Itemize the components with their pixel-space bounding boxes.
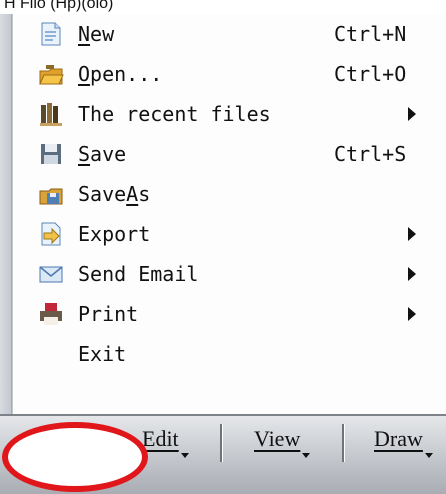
export-icon: [38, 221, 64, 247]
submenu-arrow-icon: [408, 107, 416, 121]
menu-item-label-rest: ew: [90, 22, 115, 46]
dropdown-caret-icon: [302, 453, 311, 458]
menu-item-label: Save: [78, 182, 127, 206]
menu-item-exit[interactable]: Exit: [14, 334, 446, 374]
tab-edit[interactable]: Edit: [142, 426, 189, 458]
envelope-icon: [38, 261, 64, 287]
menu-item-new[interactable]: New Ctrl+N: [14, 14, 446, 54]
books-icon: [38, 101, 64, 127]
menu-item-label: Exit: [78, 342, 127, 366]
menu-item-accelerator: N: [78, 22, 91, 46]
tab-view-label: View: [254, 426, 301, 451]
menu-item-shortcut: Ctrl+N: [334, 22, 407, 46]
tab-view[interactable]: View: [254, 426, 311, 458]
menu-item-shortcut: Ctrl+S: [334, 142, 407, 166]
menu-item-label: Export: [78, 222, 151, 246]
menu-item-save[interactable]: Save Ctrl+S: [14, 134, 446, 174]
menu-item-label-rest: pen...: [90, 62, 163, 86]
tab-draw-label: Draw: [374, 426, 423, 451]
highlight-ellipse: [2, 422, 148, 492]
menu-item-save-as[interactable]: SaveAs: [14, 174, 446, 214]
menu-item-accelerator: O: [78, 62, 91, 86]
menu-item-export[interactable]: Export: [14, 214, 446, 254]
save-as-icon: [38, 181, 64, 207]
menu-item-accelerator: S: [78, 142, 91, 166]
dropdown-caret-icon: [180, 453, 189, 458]
menu-item-accelerator: A: [126, 182, 139, 206]
menu-item-send-email[interactable]: Send Email: [14, 254, 446, 294]
window-title-fragment: Ĥ Filo (Hp)(oio): [4, 0, 114, 12]
tab-edit-label: Edit: [142, 426, 179, 451]
menu-item-shortcut: Ctrl+O: [334, 62, 407, 86]
submenu-arrow-icon: [408, 307, 416, 321]
menu-item-recent-files[interactable]: The recent files: [14, 94, 446, 134]
new-document-icon: [38, 21, 64, 47]
menu-item-print[interactable]: Print: [14, 294, 446, 334]
menu-item-label: The recent files: [78, 102, 271, 126]
menu-bar-separator: [342, 424, 345, 462]
tab-draw[interactable]: Draw: [374, 426, 433, 458]
menu-item-label-rest: ave: [90, 142, 127, 166]
dropdown-caret-icon: [424, 453, 433, 458]
menu-item-open[interactable]: Open... Ctrl+O: [14, 54, 446, 94]
menu-left-frame: [0, 14, 14, 414]
submenu-arrow-icon: [408, 267, 416, 281]
menu-bar-separator: [220, 424, 223, 462]
floppy-save-icon: [38, 141, 64, 167]
menu-item-label: Send Email: [78, 262, 199, 286]
file-menu: New Ctrl+N Open... Ctrl+O The recent fil…: [14, 14, 446, 414]
menu-item-label: Print: [78, 302, 139, 326]
submenu-arrow-icon: [408, 227, 416, 241]
printer-icon: [38, 301, 64, 327]
menu-item-label-rest: s: [138, 182, 151, 206]
open-folder-icon: [38, 61, 64, 87]
